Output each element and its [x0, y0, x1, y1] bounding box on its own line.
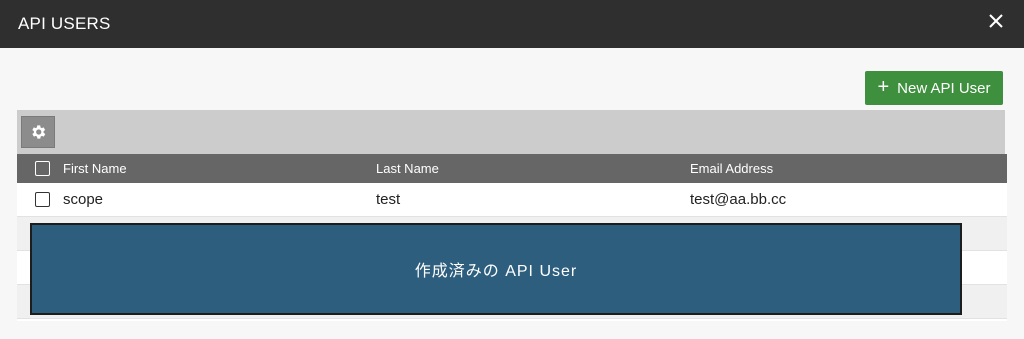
gear-icon — [32, 125, 46, 139]
cell-first-name: scope — [63, 191, 104, 208]
column-header-last-name[interactable]: Last Name — [376, 154, 439, 183]
api-users-dialog: API USERS + New API User First Name Last… — [0, 0, 1024, 339]
new-api-user-button[interactable]: + New API User — [865, 71, 1003, 105]
close-button[interactable] — [986, 11, 1006, 31]
plus-icon: + — [877, 76, 890, 98]
cell-email: test@aa.bb.cc — [690, 191, 787, 208]
annotation-overlay: 作成済みの API User — [30, 223, 962, 315]
close-icon — [989, 14, 1003, 28]
table-row[interactable]: scope test test@aa.bb.cc — [17, 183, 1007, 217]
dialog-title: API USERS — [18, 14, 111, 33]
select-all-checkbox[interactable] — [35, 161, 50, 176]
cell-last-name: test — [376, 191, 401, 208]
row-checkbox[interactable] — [35, 192, 50, 207]
column-header-first-name[interactable]: First Name — [63, 154, 127, 183]
table-header-row: First Name Last Name Email Address — [17, 154, 1007, 183]
annotation-caption: 作成済みの API User — [414, 263, 578, 280]
settings-button[interactable] — [21, 116, 55, 148]
table-toolbar — [17, 110, 1005, 154]
column-header-email[interactable]: Email Address — [690, 154, 773, 183]
new-api-user-label: New API User — [897, 79, 991, 97]
dialog-titlebar: API USERS — [0, 0, 1024, 48]
